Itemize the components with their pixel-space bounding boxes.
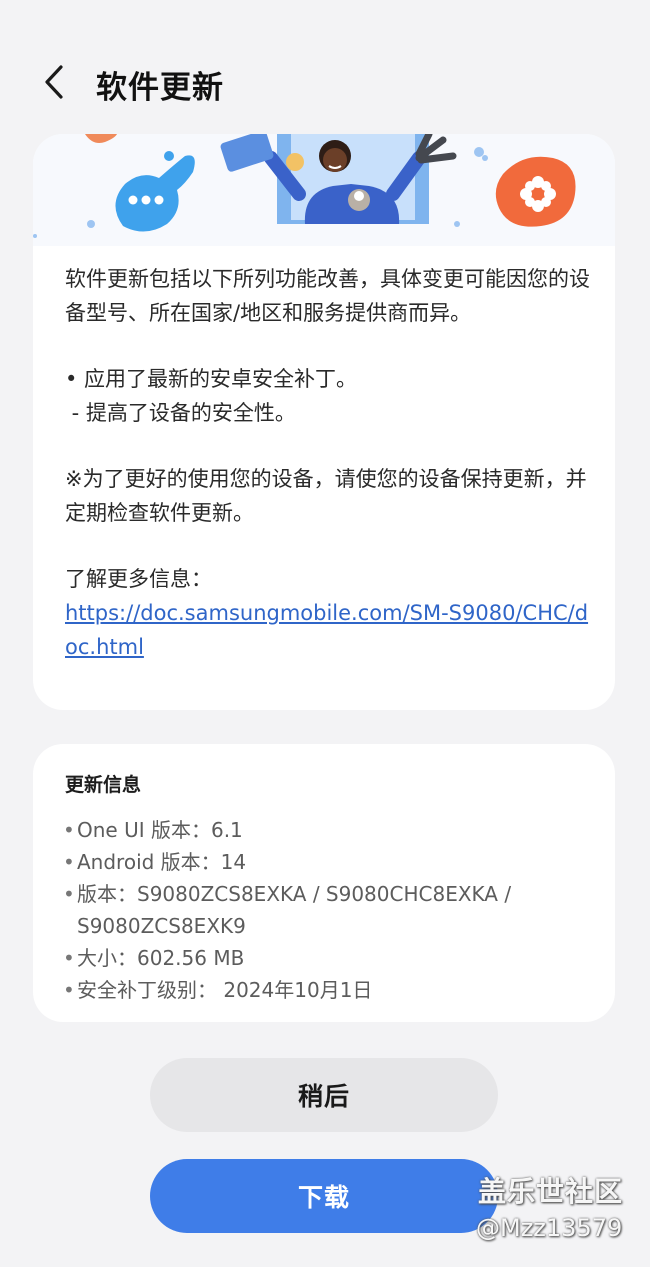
update-illustration bbox=[33, 134, 615, 246]
release-notes-card: 软件更新包括以下所列功能改善，具体变更可能因您的设备型号、所在国家/地区和服务提… bbox=[33, 134, 615, 710]
notes-reminder: ※为了更好的使用您的设备，请使您的设备保持更新，并定期检查软件更新。 bbox=[65, 467, 587, 525]
update-info-card: 更新信息 One UI 版本：6.1 Android 版本：14 版本：S908… bbox=[33, 744, 615, 1022]
later-button[interactable]: 稍后 bbox=[150, 1058, 498, 1132]
watermark-user: @Mzz13579 bbox=[476, 1214, 623, 1242]
info-item-oneui-version: One UI 版本：6.1 bbox=[63, 814, 593, 846]
doc-link[interactable]: https://doc.samsungmobile.com/SM-S9080/C… bbox=[65, 601, 588, 659]
info-item-security-patch: 安全补丁级别： 2024年10月1日 bbox=[63, 974, 593, 1006]
notes-bullet: • 应用了最新的安卓安全补丁。 bbox=[65, 367, 358, 391]
notes-intro: 软件更新包括以下所列功能改善，具体变更可能因您的设备型号、所在国家/地区和服务提… bbox=[65, 267, 590, 325]
info-item-size: 大小：602.56 MB bbox=[63, 942, 593, 974]
back-button[interactable] bbox=[34, 58, 74, 106]
learn-more-label: 了解更多信息： bbox=[65, 567, 212, 591]
watermark-community: 盖乐世社区 bbox=[478, 1175, 624, 1208]
notes-sub-bullet: - 提高了设备的安全性。 bbox=[65, 401, 296, 425]
chevron-left-icon bbox=[45, 65, 63, 99]
release-notes-text: 软件更新包括以下所列功能改善，具体变更可能因您的设备型号、所在国家/地区和服务提… bbox=[65, 262, 595, 664]
info-item-android-version: Android 版本：14 bbox=[63, 846, 593, 878]
app-bar: 软件更新 bbox=[0, 50, 650, 116]
info-item-build-version: 版本：S9080ZCS8EXKA / S9080CHC8EXKA / S9080… bbox=[63, 878, 593, 942]
page-title: 软件更新 bbox=[96, 70, 224, 106]
dot-icon bbox=[128, 195, 138, 205]
update-info-title: 更新信息 bbox=[65, 774, 142, 796]
software-update-screen: 软件更新 软件更新包括以下所列功能改善，具体变更可能因您的设备型号、所在国家/地… bbox=[0, 0, 650, 1267]
download-button[interactable]: 下载 bbox=[150, 1159, 498, 1233]
update-info-list: One UI 版本：6.1 Android 版本：14 版本：S9080ZCS8… bbox=[63, 814, 593, 1006]
